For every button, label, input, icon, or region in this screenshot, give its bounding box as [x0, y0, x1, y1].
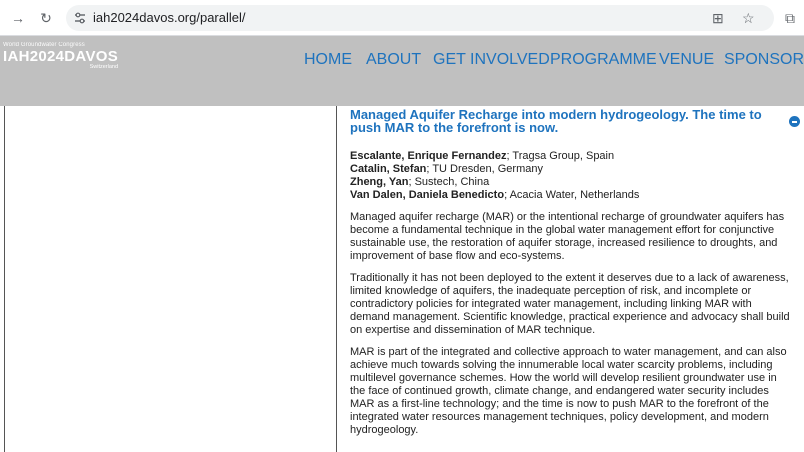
author-item: Van Dalen, Daniela Benedicto; Acacia Wat… [350, 189, 790, 202]
extensions-icon[interactable]: ⧉ [780, 8, 800, 28]
logo-sub-text: Switzerland [89, 64, 119, 70]
abstract-content: Managed Aquifer Recharge into modern hyd… [350, 108, 790, 437]
forward-icon[interactable]: → [8, 8, 28, 28]
logo-top-line: World Groundwater Congress [3, 42, 85, 48]
nav-home[interactable]: HOME [304, 50, 352, 70]
bookmark-star-icon[interactable]: ☆ [742, 9, 755, 27]
page-left-border [4, 106, 5, 452]
browser-toolbar: → ↻ iah2024davos.org/parallel/ ⊞ ☆ ⧉ [0, 0, 804, 36]
site-settings-icon[interactable] [73, 11, 87, 25]
address-bar[interactable]: iah2024davos.org/parallel/ ⊞ ☆ [66, 5, 774, 31]
author-name: Catalin, Stefan [350, 163, 427, 175]
reload-icon[interactable]: ↻ [36, 8, 56, 28]
author-affiliation: ; Acacia Water, Netherlands [504, 189, 640, 201]
author-name: Zheng, Yan [350, 176, 409, 188]
abstract-paragraph: Managed aquifer recharge (MAR) or the in… [350, 211, 785, 262]
abstract-paragraph: Traditionally it has not been deployed t… [350, 272, 790, 336]
author-affiliation: ; Sustech, China [408, 176, 490, 188]
site-header: World Groundwater Congress IAH2024DAVOS … [0, 36, 804, 106]
nav-sponsors[interactable]: SPONSORS [724, 50, 804, 70]
nav-venue[interactable]: VENUE [659, 50, 714, 70]
url-text[interactable]: iah2024davos.org/parallel/ [93, 9, 246, 27]
nav-get-involved[interactable]: GET INVOLVED [433, 50, 550, 70]
column-divider [336, 106, 337, 452]
abstract-paragraph: MAR is part of the integrated and collec… [350, 346, 787, 436]
author-affiliation: ; TU Dresden, Germany [426, 163, 543, 175]
nav-about[interactable]: ABOUT [366, 50, 421, 70]
author-affiliation: ; Tragsa Group, Spain [506, 150, 615, 162]
author-list: Escalante, Enrique Fernandez; Tragsa Gro… [350, 150, 790, 202]
author-item: Catalin, Stefan; TU Dresden, Germany [350, 163, 790, 176]
nav-programme[interactable]: PROGRAMME [550, 50, 657, 70]
translate-icon[interactable]: ⊞ [712, 9, 724, 27]
collapse-toggle-icon[interactable] [789, 116, 800, 127]
logo-main-text: IAH2024DAVOS [3, 48, 119, 65]
author-name: Escalante, Enrique Fernandez [350, 150, 507, 162]
author-item: Escalante, Enrique Fernandez; Tragsa Gro… [350, 150, 790, 163]
author-item: Zheng, Yan; Sustech, China [350, 176, 790, 189]
author-name: Van Dalen, Daniela Benedicto [350, 189, 505, 201]
abstract-title: Managed Aquifer Recharge into modern hyd… [350, 107, 762, 135]
site-logo[interactable]: World Groundwater Congress IAH2024DAVOS … [3, 42, 118, 71]
